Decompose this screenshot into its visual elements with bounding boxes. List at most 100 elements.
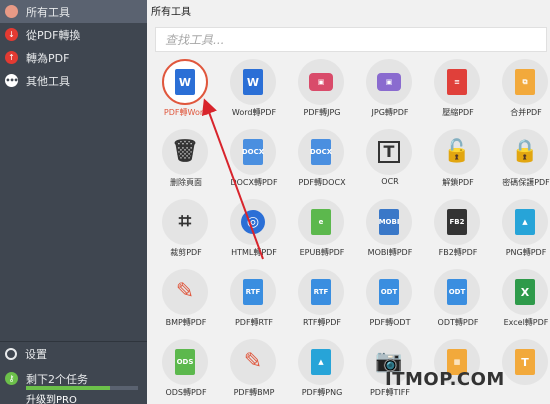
docx-icon: DOCX	[242, 139, 264, 165]
tool-label: 合并PDF	[510, 108, 542, 117]
tool-icon-circle: ✎	[162, 269, 208, 315]
jpg-icon: ▣	[309, 73, 333, 91]
tool-20[interactable]: RTF RTF轉PDF	[289, 266, 355, 334]
lock-icon: 🔒	[511, 139, 539, 164]
more-icon: •••	[5, 74, 19, 87]
sidebar-item-other-tools[interactable]: ••• 其他工具	[0, 69, 147, 92]
tool-8[interactable]: DOCX PDF轉DOCX	[289, 126, 355, 194]
jpg-icon: ▣	[377, 73, 401, 91]
tool-12[interactable]: ⌗ 裁剪PDF	[153, 196, 219, 264]
sidebar-item-to-pdf[interactable]: ↑ 轉為PDF	[0, 46, 147, 69]
tasks-status: ⚷ 剩下2个任务 升级到PRO	[0, 369, 147, 404]
upload-icon: ↑	[5, 51, 18, 64]
tool-label: Word轉PDF	[231, 108, 277, 117]
tool-11[interactable]: 🔒 密碼保護PDF	[493, 126, 550, 194]
sidebar-item-label: 其他工具	[26, 74, 70, 88]
search-input[interactable]	[156, 28, 546, 51]
sidebar-item-label: 轉為PDF	[26, 51, 70, 65]
sidebar-item-label: 從PDF轉換	[26, 28, 81, 42]
unlock-icon: 🔓	[443, 139, 471, 164]
sidebar-item-from-pdf[interactable]: ↓ 從PDF轉換	[0, 23, 147, 46]
tool-1[interactable]: W Word轉PDF	[221, 56, 287, 124]
upgrade-link[interactable]: 升级到PRO	[26, 391, 77, 404]
tool-label: PDF轉BMP	[233, 388, 275, 397]
tool-10[interactable]: 🔓 解鎖PDF	[425, 126, 491, 194]
tool-icon-circle: DOCX	[298, 129, 344, 175]
all-tools-icon	[5, 5, 18, 18]
tool-2[interactable]: ▣ PDF轉JPG	[289, 56, 355, 124]
tool-icon-circle: ◎	[230, 199, 276, 245]
tool-icon-circle: ODT	[434, 269, 480, 315]
merge-icon: ⧉	[515, 69, 535, 95]
tool-18[interactable]: ✎ BMP轉PDF	[153, 266, 219, 334]
tool-19[interactable]: RTF PDF轉RTF	[221, 266, 287, 334]
tasks-progress-fill	[26, 386, 110, 390]
tool-label: HTML轉PDF	[231, 248, 277, 257]
sidebar-item-all-tools[interactable]: 所有工具	[0, 0, 147, 23]
search-box	[155, 27, 547, 52]
tool-26[interactable]: ▲ PDF轉PNG	[289, 336, 355, 404]
tool-icon-circle: ODS	[162, 339, 208, 385]
key-icon: ⚷	[5, 372, 18, 385]
tool-0[interactable]: W PDF轉Word	[153, 56, 219, 124]
tool-5[interactable]: ⧉ 合并PDF	[493, 56, 550, 124]
tool-icon-circle: RTF	[298, 269, 344, 315]
crop-icon: ⌗	[178, 209, 192, 234]
tool-icon-circle: ▣	[298, 59, 344, 105]
tool-3[interactable]: ▣ JPG轉PDF	[357, 56, 423, 124]
tool-21[interactable]: ODT PDF轉ODT	[357, 266, 423, 334]
settings-label: 设置	[25, 348, 47, 361]
brush-icon: ✎	[175, 279, 195, 304]
sidebar: 所有工具 ↓ 從PDF轉換 ↑ 轉為PDF ••• 其他工具 设置 ⚷ 剩下2个…	[0, 0, 147, 404]
tool-icon-circle: FB2	[434, 199, 480, 245]
rtf-icon: RTF	[311, 279, 331, 305]
tool-label: 密碼保護PDF	[502, 178, 550, 187]
tool-label: PDF轉ODT	[369, 318, 411, 327]
png-icon: ▲	[311, 349, 331, 375]
tool-16[interactable]: FB2 FB2轉PDF	[425, 196, 491, 264]
tool-17[interactable]: ▲ PNG轉PDF	[493, 196, 550, 264]
tool-label: PNG轉PDF	[505, 248, 547, 257]
tool-label: EPUB轉PDF	[299, 248, 345, 257]
tool-label: ODT轉PDF	[437, 318, 479, 327]
tool-icon-circle: MOBI	[366, 199, 412, 245]
tool-label: BMP轉PDF	[165, 318, 207, 327]
text-icon: T	[515, 349, 535, 375]
tool-25[interactable]: ✎ PDF轉BMP	[221, 336, 287, 404]
tool-6[interactable]: 🗑 删除頁面	[153, 126, 219, 194]
globe-icon: ◎	[241, 210, 265, 234]
word-icon: W	[243, 69, 263, 95]
tool-7[interactable]: DOCX DOCX轉PDF	[221, 126, 287, 194]
tool-24[interactable]: ODS ODS轉PDF	[153, 336, 219, 404]
mobi-icon: MOBI	[379, 209, 399, 235]
page-title: 所有工具	[151, 7, 191, 18]
tool-label: 删除頁面	[170, 178, 202, 187]
tool-icon-circle: ODT	[366, 269, 412, 315]
download-icon: ↓	[5, 28, 18, 41]
tool-23[interactable]: X Excel轉PDF	[493, 266, 550, 334]
settings-button[interactable]: 设置	[0, 342, 147, 366]
tool-22[interactable]: ODT ODT轉PDF	[425, 266, 491, 334]
tool-label: 壓縮PDF	[442, 108, 474, 117]
tasks-progress-bar	[26, 386, 138, 390]
tool-14[interactable]: e EPUB轉PDF	[289, 196, 355, 264]
tool-15[interactable]: MOBI MOBI轉PDF	[357, 196, 423, 264]
ods-icon: ODS	[175, 349, 195, 375]
epub-icon: e	[311, 209, 331, 235]
tool-label: JPG轉PDF	[371, 108, 409, 117]
tool-icon-circle: ✎	[230, 339, 276, 385]
tool-icon-circle: T	[502, 339, 548, 385]
tool-icon-circle: 🔒	[502, 129, 548, 175]
tool-icon-circle: 🗑	[162, 129, 208, 175]
tool-9[interactable]: T OCR	[357, 126, 423, 194]
word-icon: W	[175, 69, 195, 95]
tool-icon-circle: W	[162, 59, 208, 105]
excel-icon: X	[515, 279, 535, 305]
tool-label: DOCX轉PDF	[230, 178, 278, 187]
tool-label: FB2轉PDF	[438, 248, 478, 257]
tool-label: RTF轉PDF	[302, 318, 342, 327]
tool-4[interactable]: ≡ 壓縮PDF	[425, 56, 491, 124]
tool-13[interactable]: ◎ HTML轉PDF	[221, 196, 287, 264]
tool-icon-circle: ▲	[298, 339, 344, 385]
tool-label: PDF轉JPG	[303, 108, 341, 117]
